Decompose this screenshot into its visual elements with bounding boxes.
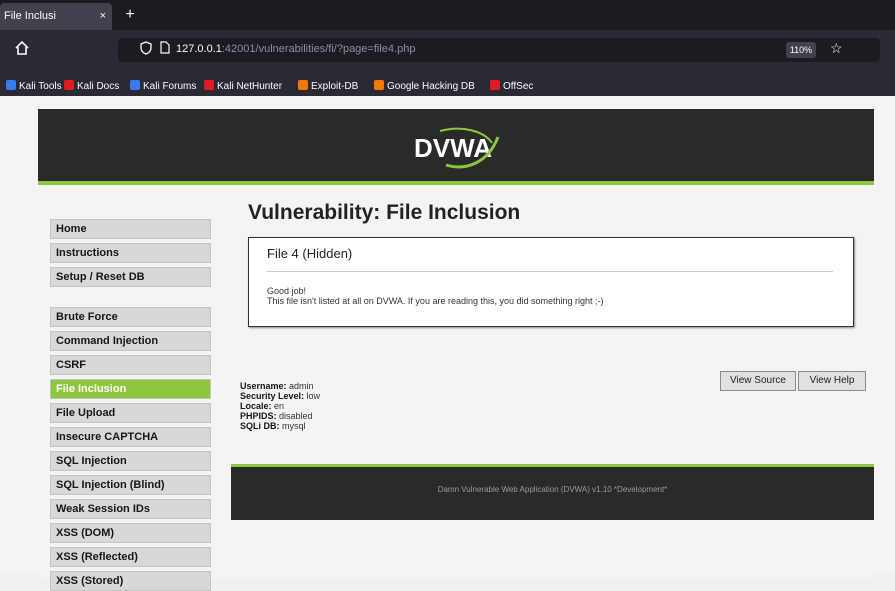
- menu-item-home[interactable]: Home: [50, 219, 211, 239]
- menu-item-instructions[interactable]: Instructions: [50, 243, 211, 263]
- bookmark-label: Exploit-DB: [311, 81, 359, 92]
- view-help-button[interactable]: View Help: [798, 371, 866, 391]
- menu-item-xss-dom[interactable]: XSS (DOM): [50, 523, 211, 543]
- info-locale: Locale: en: [240, 401, 285, 411]
- menu-item-sql-injection[interactable]: SQL Injection: [50, 451, 211, 471]
- new-tab-button[interactable]: +: [118, 3, 142, 27]
- bookmark-icon: [490, 80, 500, 90]
- bookmark-icon: [130, 80, 140, 90]
- page-viewport: DVWA Home Instructions Setup / Reset DB Bru…: [0, 96, 895, 591]
- url-bar[interactable]: 127.0.0.1:42001/vulnerabilities/fi/?page…: [118, 38, 880, 62]
- view-source-button[interactable]: View Source: [720, 371, 796, 391]
- tab-file-inclusion[interactable]: File Inclusi ×: [0, 3, 112, 30]
- info-username: Username: admin: [240, 381, 314, 391]
- tab-bar: File Inclusi × +: [0, 0, 895, 30]
- box-title: File 4 (Hidden): [267, 246, 353, 261]
- vulnerable-code-area: File 4 (Hidden) Good job! This file isn'…: [248, 237, 854, 327]
- bookmark-icon: [64, 80, 74, 90]
- bookmark-kali-tools[interactable]: Kali Tools: [6, 80, 62, 92]
- menu-item-csrf[interactable]: CSRF: [50, 355, 211, 375]
- bookmark-label: Kali Tools: [19, 81, 62, 92]
- bookmark-label: Kali NetHunter: [217, 81, 283, 92]
- header: DVWA: [38, 109, 874, 185]
- menu-item-weak-session-ids[interactable]: Weak Session IDs: [50, 499, 211, 519]
- menu-item-insecure-captcha[interactable]: Insecure CAPTCHA: [50, 427, 211, 447]
- dvwa-container: DVWA Home Instructions Setup / Reset DB Bru…: [38, 109, 874, 591]
- bookmark-offsec[interactable]: OffSec: [490, 80, 533, 92]
- tab-title: File Inclusi: [4, 10, 56, 22]
- shield-icon[interactable]: [140, 41, 152, 58]
- page-icon[interactable]: [160, 41, 170, 57]
- bookmarks-bar: Kali Tools Kali Docs Kali Forums Kali NetHu…: [0, 78, 895, 96]
- bookmark-kali-docs[interactable]: Kali Docs: [64, 80, 119, 92]
- box-text-line1: Good job!: [267, 286, 307, 296]
- divider: [267, 271, 833, 272]
- menu-item-sql-injection-blind[interactable]: SQL Injection (Blind): [50, 475, 211, 495]
- url-path: :42001/vulnerabilities/fi/?page=file4.ph…: [221, 43, 416, 55]
- footer-text: Damn Vulnerable Web Application (DVWA) v…: [437, 485, 668, 494]
- nav-bar: 127.0.0.1:42001/vulnerabilities/fi/?page…: [0, 30, 895, 78]
- url-text[interactable]: 127.0.0.1:42001/vulnerabilities/fi/?page…: [176, 43, 415, 55]
- page-title: Vulnerability: File Inclusion: [248, 201, 521, 224]
- menu-item-file-inclusion[interactable]: File Inclusion: [50, 379, 211, 399]
- menu-item-command-injection[interactable]: Command Injection: [50, 331, 211, 351]
- menu-item-xss-reflected[interactable]: XSS (Reflected): [50, 547, 211, 567]
- close-icon[interactable]: ×: [100, 3, 106, 30]
- menu-item-brute-force[interactable]: Brute Force: [50, 307, 211, 327]
- zoom-level[interactable]: 110%: [786, 42, 816, 58]
- bookmark-label: Kali Forums: [143, 81, 197, 92]
- bookmark-label: OffSec: [503, 81, 534, 92]
- bookmark-label: Kali Docs: [77, 81, 120, 92]
- bookmark-icon: [6, 80, 16, 90]
- url-host: 127.0.0.1: [176, 43, 222, 55]
- bookmark-kali-forums[interactable]: Kali Forums: [130, 80, 196, 92]
- bookmark-label: Google Hacking DB: [387, 81, 475, 92]
- star-icon[interactable]: ☆: [830, 40, 843, 57]
- menu-item-xss-stored[interactable]: XSS (Stored): [50, 571, 211, 591]
- menu-item-file-upload[interactable]: File Upload: [50, 403, 211, 423]
- info-phpids: PHPIDS: disabled: [240, 411, 313, 421]
- system-info: Username: admin Security Level: low Loca…: [240, 381, 460, 431]
- bookmark-icon: [298, 80, 308, 90]
- bookmark-icon: [204, 80, 214, 90]
- bookmark-google-hacking-db[interactable]: Google Hacking DB: [374, 80, 475, 92]
- dvwa-logo: DVWA: [406, 123, 506, 175]
- bookmark-icon: [374, 80, 384, 90]
- bookmark-exploit-db[interactable]: Exploit-DB: [298, 80, 358, 92]
- menu-item-setup-reset-db[interactable]: Setup / Reset DB: [50, 267, 211, 287]
- home-icon[interactable]: [14, 40, 34, 60]
- box-text-line2: This file isn't listed at all on DVWA. I…: [267, 296, 604, 306]
- footer: Damn Vulnerable Web Application (DVWA) v…: [231, 464, 874, 520]
- bookmark-kali-nethunter[interactable]: Kali NetHunter: [204, 80, 282, 92]
- info-security-level: Security Level: low: [240, 391, 321, 401]
- info-sqli-db: SQLi DB: mysql: [240, 421, 306, 431]
